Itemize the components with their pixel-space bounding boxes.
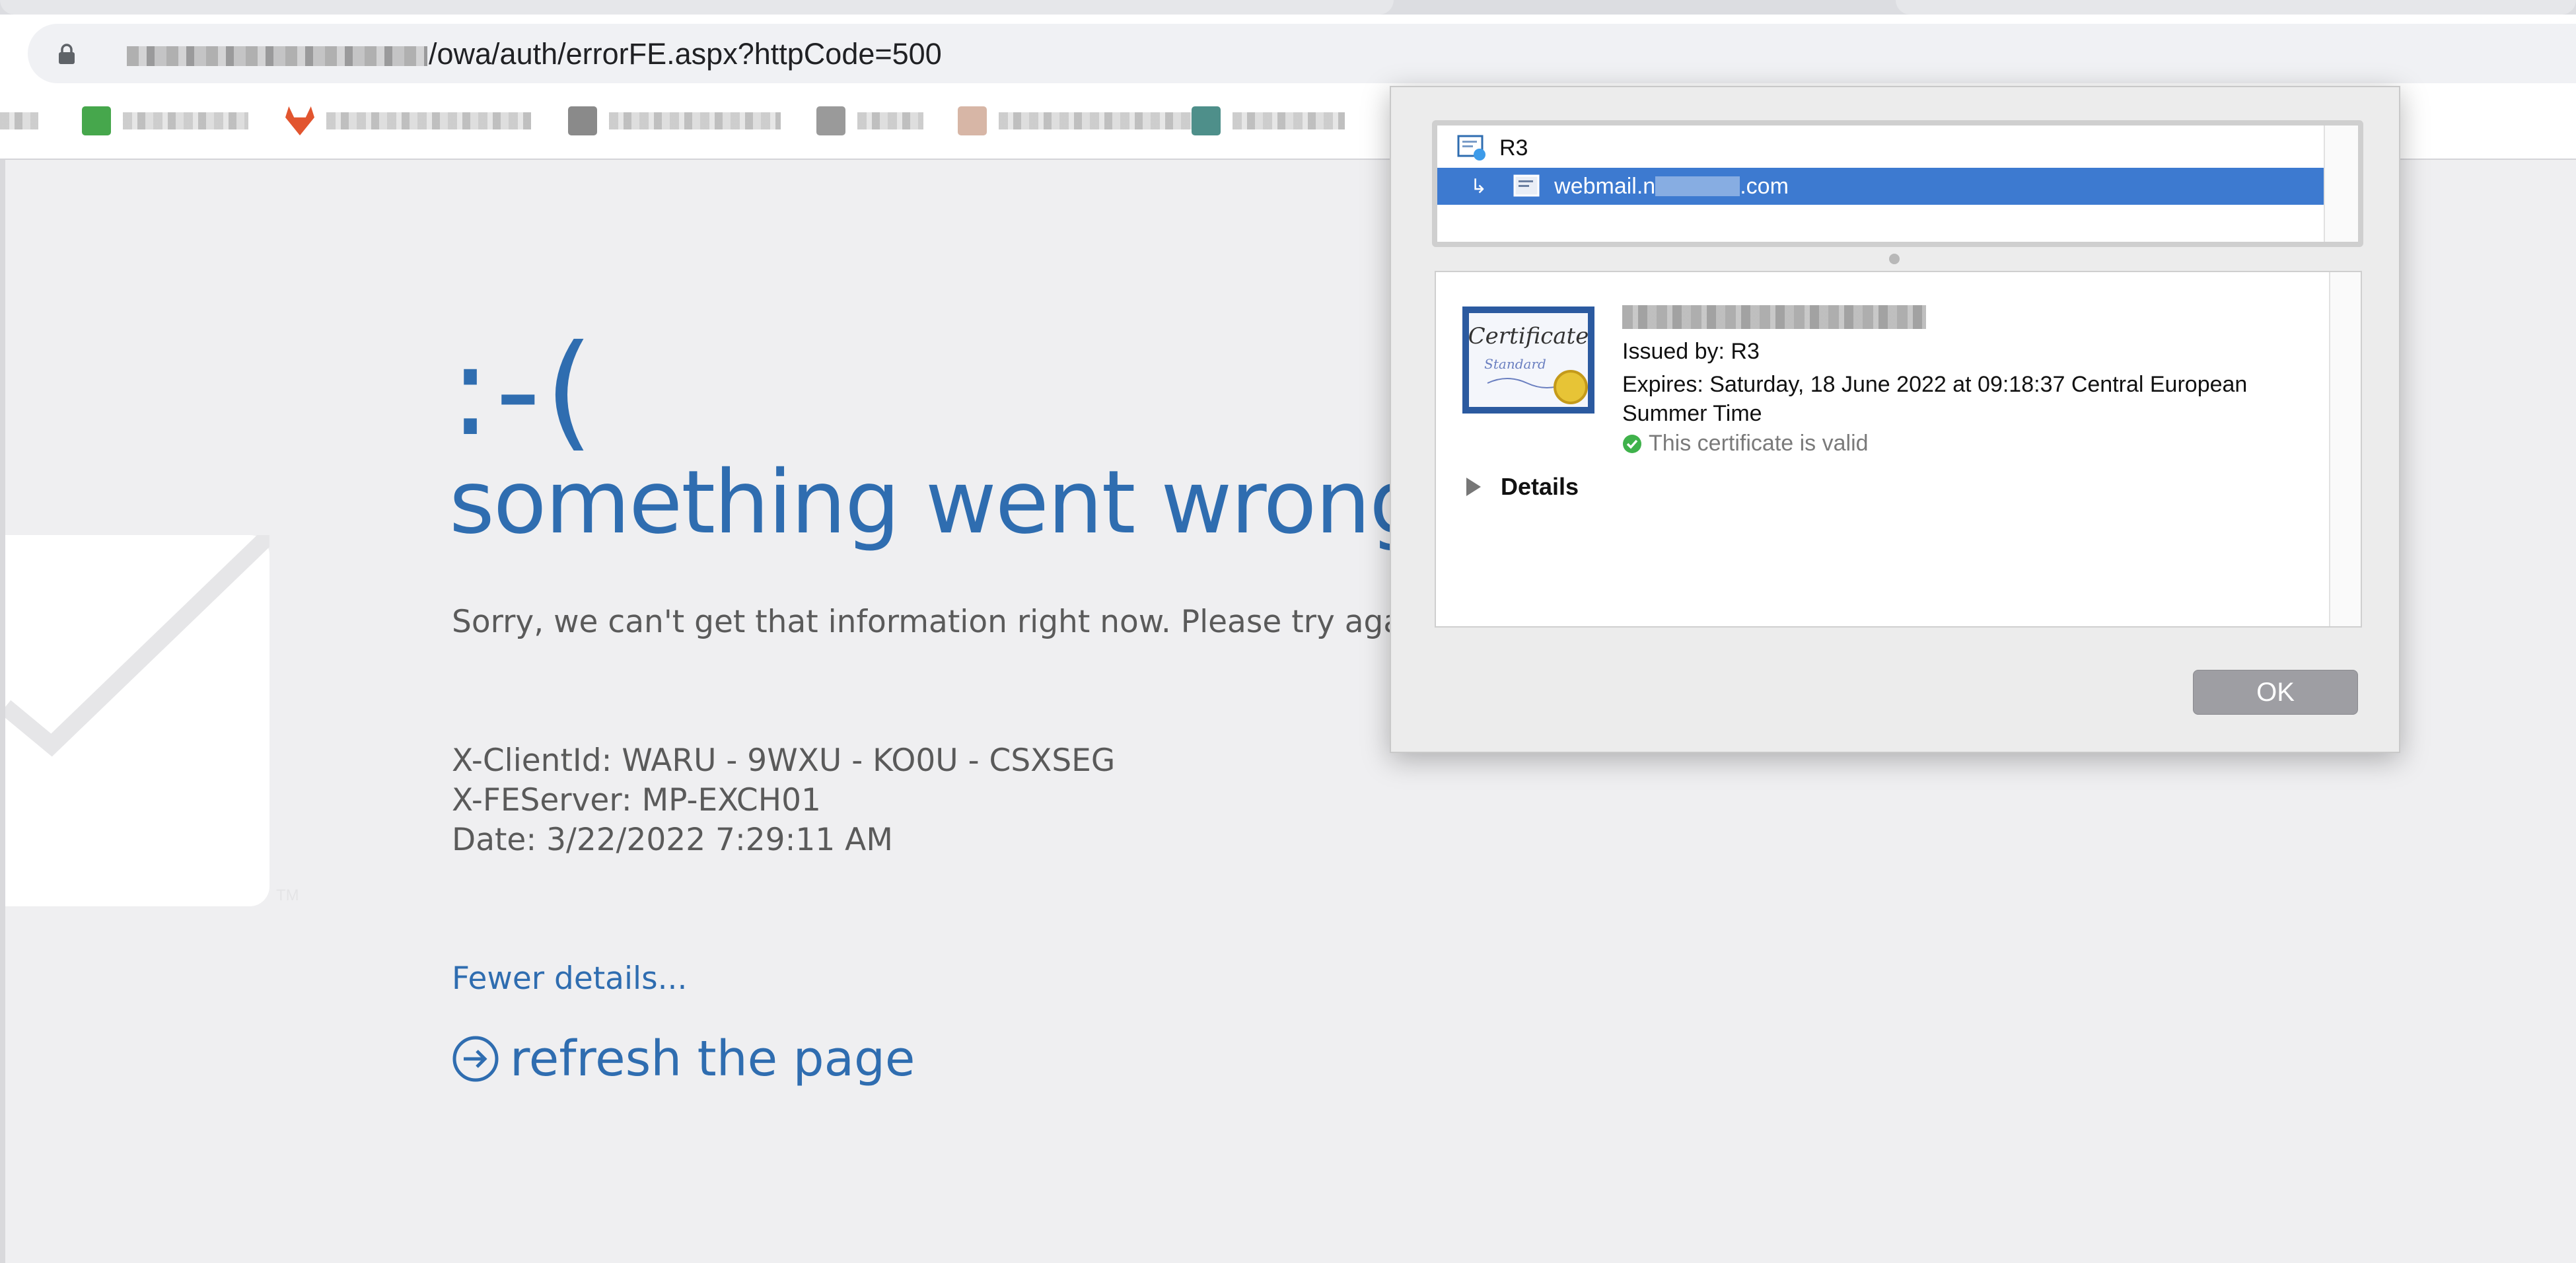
diagnostic-info: X-ClientId: WARU - 9WXU - KO0U - CSXSEG … bbox=[452, 741, 1115, 860]
bookmark-label bbox=[999, 112, 1197, 129]
bookmark-label bbox=[326, 112, 531, 129]
certificate-icon bbox=[1513, 174, 1540, 197]
trademark-mark: TM bbox=[276, 886, 299, 904]
url-path: /owa/auth/errorFE.aspx?httpCode=500 bbox=[429, 37, 942, 71]
chain-root-label: R3 bbox=[1499, 135, 1528, 161]
error-date: Date: 3/22/2022 7:29:11 AM bbox=[452, 822, 893, 858]
lock-icon[interactable] bbox=[58, 44, 75, 65]
certificate-chain-list[interactable]: R3 ↳ webmail.n .com bbox=[1432, 120, 2363, 247]
browser-toolbar: /owa/auth/errorFE.aspx?httpCode=500 bbox=[0, 15, 2576, 87]
check-circle-icon bbox=[1623, 434, 1641, 453]
issued-by: Issued by: R3 bbox=[1622, 339, 1760, 364]
scrollbar[interactable] bbox=[2329, 272, 2361, 626]
disclosure-triangle-icon[interactable] bbox=[1466, 478, 1481, 496]
expires-line-2: Summer Time bbox=[1622, 401, 1762, 426]
redacted-domain bbox=[127, 46, 427, 67]
browser-tab[interactable] bbox=[1896, 0, 2576, 15]
details-toggle[interactable]: Details bbox=[1466, 473, 1579, 501]
doc-icon bbox=[958, 106, 987, 135]
certificate-badge-icon: Certificate Standard bbox=[1462, 307, 1594, 414]
green-grid-icon bbox=[82, 106, 111, 135]
arrow-circle-icon bbox=[452, 1036, 499, 1082]
bookmark-item[interactable] bbox=[816, 106, 923, 136]
redacted-domain bbox=[1655, 176, 1740, 196]
scrollbar[interactable] bbox=[2324, 126, 2358, 242]
bookmark-label bbox=[123, 112, 248, 129]
client-id: X-ClientId: WARU - 9WXU - KO0U - CSXSEG bbox=[452, 742, 1116, 779]
fewer-details-link[interactable]: Fewer details... bbox=[452, 960, 687, 997]
spreadsheet-icon bbox=[568, 106, 597, 135]
cert-badge-sub: Standard bbox=[1484, 356, 1546, 372]
bookmark-label bbox=[0, 112, 38, 129]
ok-button[interactable]: OK bbox=[2193, 670, 2358, 715]
chain-leaf-suffix: .com bbox=[1740, 173, 1789, 199]
bookmark-label bbox=[609, 112, 781, 129]
certificate-icon bbox=[1457, 135, 1485, 161]
bookmark-item[interactable] bbox=[82, 106, 248, 136]
bookmark-label bbox=[1233, 112, 1345, 129]
address-bar[interactable]: /owa/auth/errorFE.aspx?httpCode=500 bbox=[28, 24, 2576, 83]
folder-icon bbox=[816, 106, 845, 135]
bookmark-item[interactable] bbox=[568, 106, 781, 136]
envelope-icon bbox=[5, 535, 269, 906]
refresh-label: refresh the page bbox=[510, 1030, 915, 1087]
bookmark-item[interactable] bbox=[1192, 106, 1345, 136]
chain-item-root[interactable]: R3 bbox=[1457, 129, 1528, 166]
image-icon bbox=[1192, 106, 1221, 135]
cert-badge-title: Certificate bbox=[1468, 323, 1589, 349]
page-title: something went wrong bbox=[449, 452, 1425, 554]
certificate-dialog: R3 ↳ webmail.n .com Certificate Standard … bbox=[1390, 86, 2400, 753]
error-message: Sorry, we can't get that information rig… bbox=[452, 604, 1500, 640]
bookmark-item[interactable] bbox=[958, 106, 1197, 136]
expires-line-1: Expires: Saturday, 18 June 2022 at 09:18… bbox=[1622, 372, 2248, 397]
gitlab-fox-icon bbox=[285, 106, 314, 135]
bookmark-label bbox=[857, 112, 923, 129]
bookmark-item[interactable] bbox=[0, 106, 38, 136]
certificate-subject-redacted bbox=[1622, 305, 1926, 329]
certificate-details: Certificate Standard Issued by: R3 Expir… bbox=[1435, 271, 2362, 628]
child-arrow-icon: ↳ bbox=[1470, 174, 1487, 198]
chain-leaf-prefix: webmail.n bbox=[1554, 173, 1656, 199]
chain-item-leaf[interactable]: ↳ webmail.n .com bbox=[1437, 168, 2328, 205]
bookmark-item[interactable] bbox=[285, 106, 531, 136]
details-label: Details bbox=[1501, 473, 1579, 500]
splitter-handle[interactable] bbox=[1889, 254, 1900, 264]
fe-server: X-FEServer: MP-EXCH01 bbox=[452, 782, 821, 818]
refresh-link[interactable]: refresh the page bbox=[452, 1030, 915, 1087]
browser-tab[interactable] bbox=[0, 0, 1394, 15]
url-text[interactable]: /owa/auth/errorFE.aspx?httpCode=500 bbox=[127, 37, 942, 71]
sad-emoticon: :-( bbox=[449, 318, 598, 464]
validity-text: This certificate is valid bbox=[1649, 431, 1869, 456]
validity-status: This certificate is valid bbox=[1622, 431, 1869, 456]
